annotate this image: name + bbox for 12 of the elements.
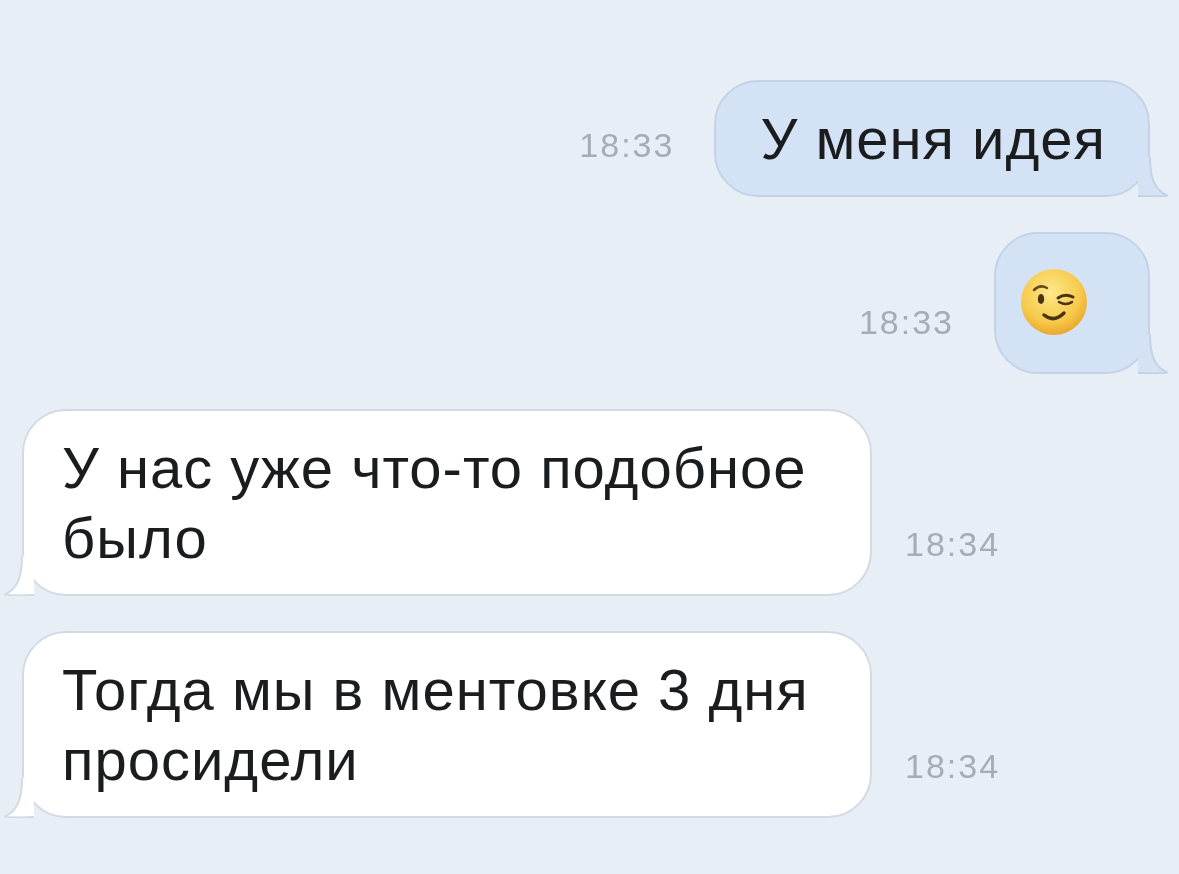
message-text: У меня идея: [760, 105, 1106, 173]
timestamp: 18:33: [858, 303, 954, 342]
wink-emoji-icon: [1020, 268, 1088, 336]
bubble-tail-icon: [1138, 157, 1168, 197]
bubble-tail-icon: [1138, 334, 1168, 374]
bubble-tail-icon: [4, 778, 34, 818]
message-text: У нас уже что-то подобное было: [62, 434, 808, 572]
message-text: Тогда мы в ментовке 3 дня просидели: [62, 656, 810, 794]
timestamp: 18:34: [905, 525, 1001, 564]
bubble-tail-icon: [4, 556, 34, 596]
timestamp: 18:34: [905, 747, 1001, 786]
timestamp: 18:33: [579, 126, 675, 165]
